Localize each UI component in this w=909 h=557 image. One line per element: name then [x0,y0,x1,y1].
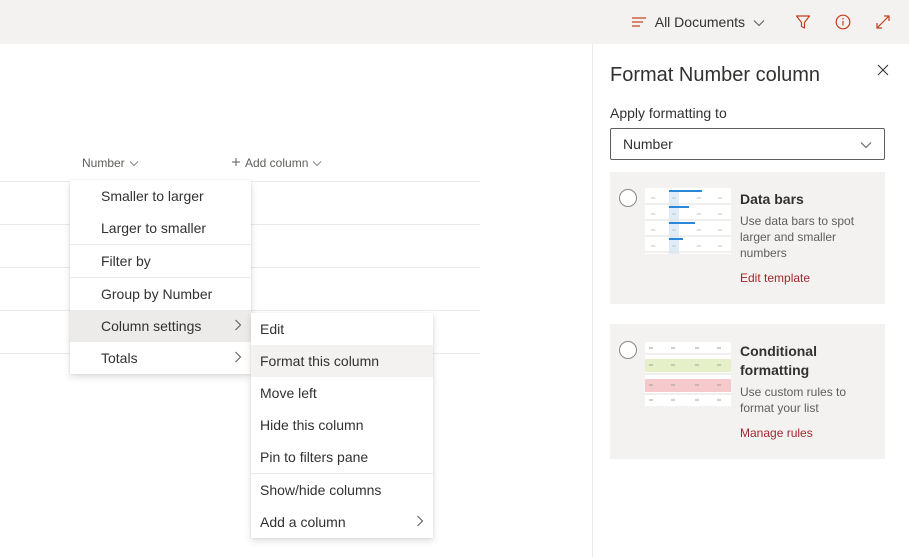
filter-button[interactable] [783,0,823,44]
info-icon [835,14,851,30]
add-column-label: Add column [245,156,309,170]
close-panel-button[interactable] [873,62,893,82]
menu-item-filter-by[interactable]: Filter by [70,245,251,277]
conditional-formatting-thumbnail [645,342,731,406]
data-bars-radio[interactable] [619,189,637,207]
dropdown-value: Number [623,136,673,152]
chevron-down-icon [312,156,322,170]
menu-item-label: Move left [260,385,317,401]
manage-rules-link[interactable]: Manage rules [740,426,813,440]
menu-item-column-settings[interactable]: Column settings [70,310,251,342]
column-header-label: Number [82,156,125,170]
menu-item-move-left[interactable]: Move left [251,377,433,409]
menu-item-larger-to-smaller[interactable]: Larger to smaller [70,212,251,244]
menu-item-label: Format this column [260,353,380,369]
column-header-number[interactable]: Number [82,156,139,170]
menu-item-pin-to-filters-pane[interactable]: Pin to filters pane [251,441,433,473]
menu-item-format-this-column[interactable]: Format this column [251,345,433,377]
panel-title: Format Number column [610,64,821,86]
menu-item-label: Column settings [101,318,202,334]
menu-item-label: Show/hide columns [260,482,382,498]
chevron-right-icon [416,514,424,530]
chevron-right-icon [234,350,242,366]
view-switcher-button[interactable]: All Documents [631,14,765,30]
apply-formatting-dropdown[interactable]: Number [610,128,885,160]
edit-template-link[interactable]: Edit template [740,271,810,285]
conditional-formatting-preview-icon [645,342,731,406]
menu-item-label: Group by Number [101,286,213,302]
menu-item-hide-this-column[interactable]: Hide this column [251,409,433,441]
conditional-formatting-radio[interactable] [619,341,637,359]
menu-item-edit[interactable]: Edit [251,313,433,345]
menu-item-label: Add a column [260,514,346,530]
menu-item-add-a-column[interactable]: Add a column [251,506,433,538]
format-column-panel: Format Number column Apply formatting to… [592,44,909,557]
column-context-menu: Smaller to larger Larger to smaller Filt… [70,180,251,374]
menu-item-label: Totals [101,350,138,366]
menu-item-totals[interactable]: Totals [70,342,251,374]
menu-item-label: Larger to smaller [101,220,207,236]
menu-item-label: Filter by [101,253,151,269]
view-switcher-label: All Documents [654,14,745,30]
menu-item-group-by-number[interactable]: Group by Number [70,278,251,310]
add-column-header[interactable]: Add column [231,156,322,170]
menu-item-show-hide-columns[interactable]: Show/hide columns [251,474,433,506]
card-description: Use data bars to spot larger and smaller… [740,214,855,260]
chevron-right-icon [234,318,242,334]
data-bars-thumbnail [645,188,731,254]
chevron-down-icon [753,14,765,30]
data-bars-card[interactable]: Data bars Use data bars to spot larger a… [610,172,885,304]
column-settings-submenu: Edit Format this column Move left Hide t… [251,313,433,538]
card-title: Data bars [740,191,804,207]
command-bar: All Documents [0,0,909,44]
conditional-formatting-card[interactable]: Conditional formatting Use custom rules … [610,324,885,459]
filter-icon [795,14,811,30]
data-bars-preview-icon [645,188,731,254]
plus-icon [231,156,241,170]
menu-item-label: Hide this column [260,417,364,433]
menu-item-label: Smaller to larger [101,188,204,204]
menu-item-label: Edit [260,321,285,337]
card-title: Conditional formatting [740,343,817,378]
chevron-down-icon [129,156,139,170]
expand-icon [875,14,891,30]
menu-item-label: Pin to filters pane [260,449,369,465]
menu-item-smaller-to-larger[interactable]: Smaller to larger [70,180,251,212]
apply-formatting-label: Apply formatting to [610,105,727,121]
close-icon [877,63,889,81]
card-description: Use custom rules to format your list [740,385,847,415]
lines-icon [631,16,647,28]
command-bar-right: All Documents [631,0,909,44]
expand-button[interactable] [863,0,903,44]
info-button[interactable] [823,0,863,44]
chevron-down-icon [860,136,872,152]
